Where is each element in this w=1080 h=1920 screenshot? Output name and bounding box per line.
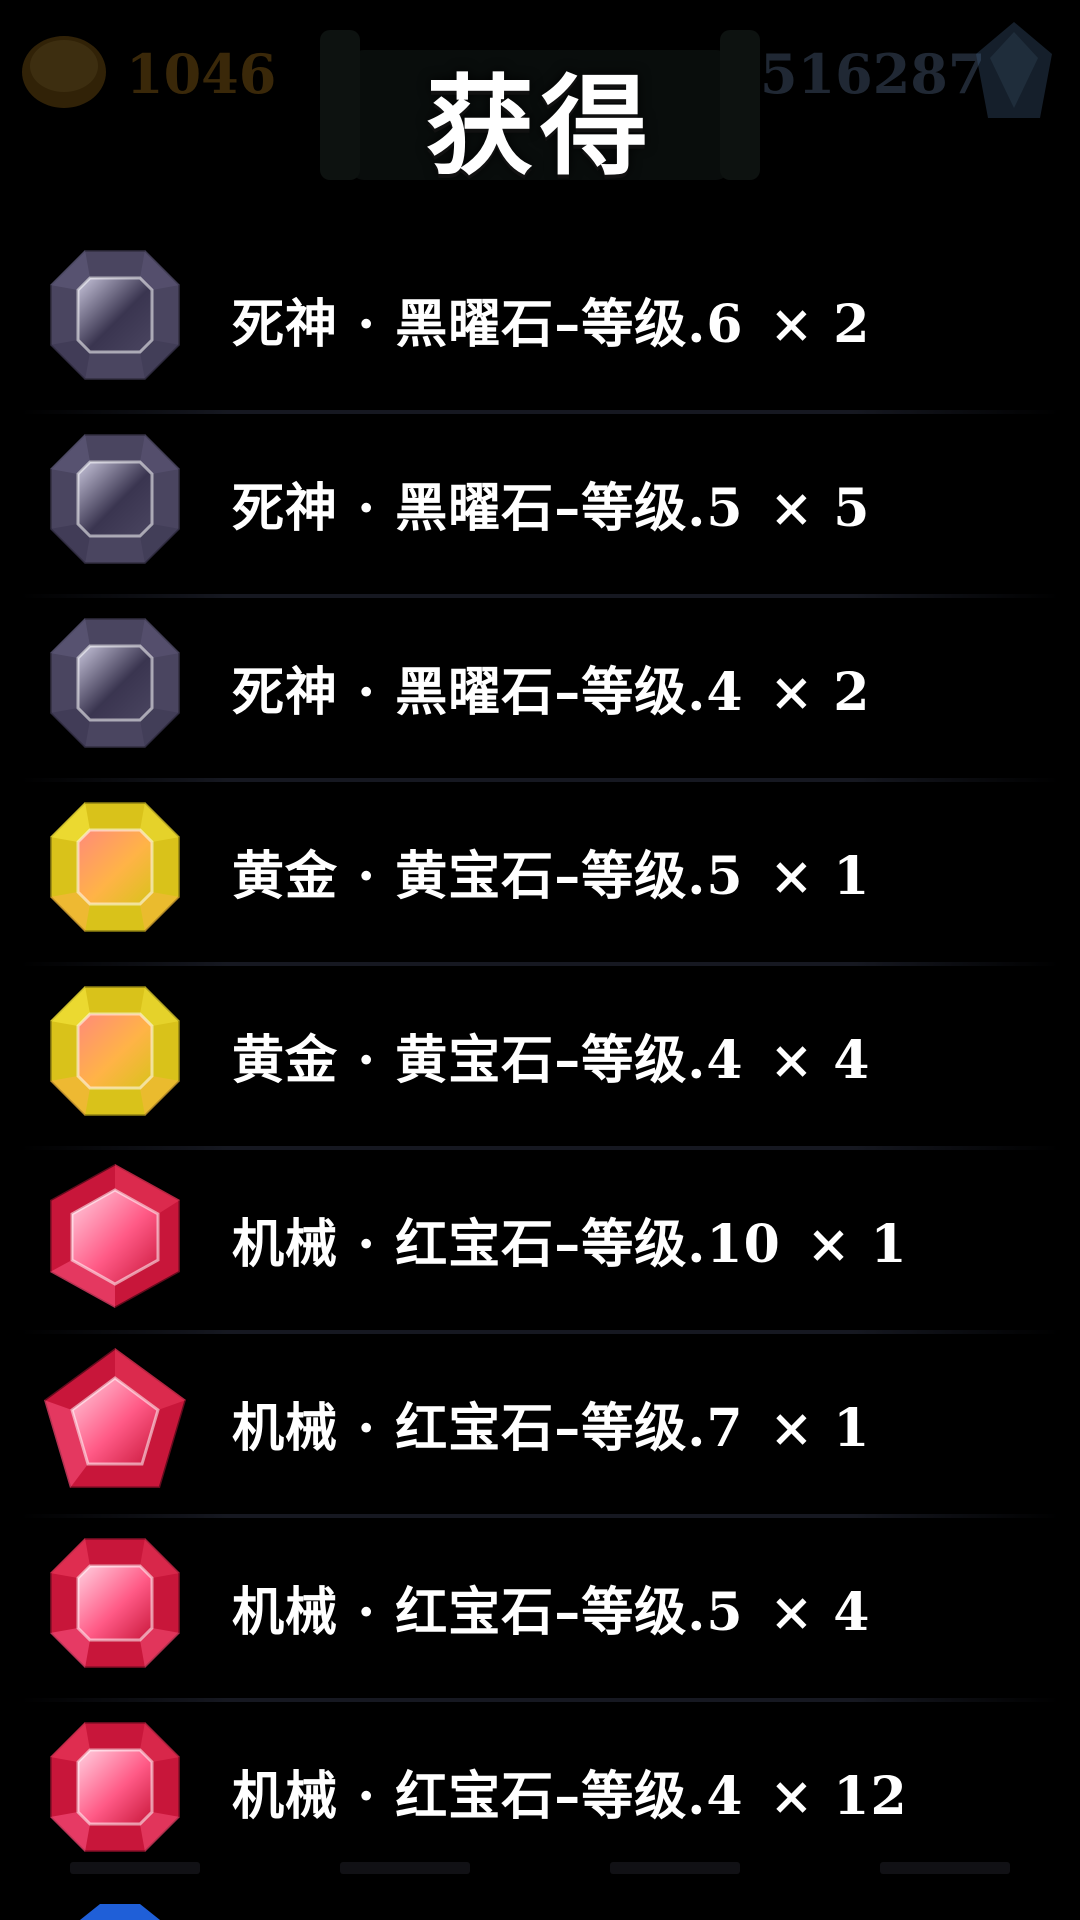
- reward-name: 黄金 · 黄宝石–等级.5: [232, 846, 744, 907]
- reward-quantity: × 12: [769, 1766, 908, 1827]
- reward-label: 机械 · 红宝石–等级.5 × 4: [232, 1570, 870, 1645]
- reward-quantity: × 4: [769, 1582, 871, 1643]
- reward-row: 机械 · 红宝石–等级.10 × 1: [0, 1150, 1080, 1334]
- reward-quantity: × 5: [769, 478, 871, 539]
- reward-label: 死神 · 黑曜石–等级.5 × 5: [232, 466, 870, 541]
- reward-name: 机械 · 红宝石–等级.5: [232, 1582, 744, 1643]
- reward-list: 死神 · 黑曜石–等级.6 × 2 死神 · 黑曜石–等级.5 × 5 死神 ·…: [0, 230, 1080, 1886]
- reward-quantity: × 2: [769, 662, 871, 723]
- reward-row: 机械 · 红宝石–等级.5 × 4: [0, 1518, 1080, 1702]
- reward-quantity: × 2: [769, 294, 871, 355]
- reward-screen: 1046 516287 获得 死神 · 黑曜石–等级.6 × 2 死神 · 黑曜…: [0, 0, 1080, 1920]
- obsidian-gem-icon: [40, 424, 190, 574]
- reward-label: 黄金 · 黄宝石–等级.4 × 4: [232, 1018, 870, 1093]
- reward-row: 黄金 · 黄宝石–等级.5 × 1: [0, 782, 1080, 966]
- reward-name: 机械 · 红宝石–等级.10: [232, 1214, 781, 1275]
- reward-label: 机械 · 红宝石–等级.4 × 12: [232, 1754, 908, 1829]
- ruby-gem-icon: [40, 1344, 190, 1494]
- reward-name: 死神 · 黑曜石–等级.6: [232, 294, 744, 355]
- tab-placeholder: [70, 1862, 200, 1874]
- reward-name: 死神 · 黑曜石–等级.4: [232, 662, 744, 723]
- background-tab-bar: [0, 1862, 1080, 1882]
- reward-row: 死神 · 黑曜石–等级.6 × 2: [0, 230, 1080, 414]
- reward-name: 机械 · 红宝石–等级.7: [232, 1398, 744, 1459]
- reward-row: 黄金 · 黄宝石–等级.4 × 4: [0, 966, 1080, 1150]
- reward-label: 机械 · 红宝石–等级.10 × 1: [232, 1202, 908, 1277]
- reward-quantity: × 4: [769, 1030, 871, 1091]
- reward-label: 机械 · 红宝石–等级.7 × 1: [232, 1386, 870, 1461]
- tab-placeholder: [610, 1862, 740, 1874]
- reward-row: 机械 · 红宝石–等级.7 × 1: [0, 1334, 1080, 1518]
- reward-name: 黄金 · 黄宝石–等级.4: [232, 1030, 744, 1091]
- reward-quantity: × 1: [769, 1398, 871, 1459]
- ruby-gem-icon: [40, 1160, 190, 1310]
- reward-label: 黄金 · 黄宝石–等级.5 × 1: [232, 834, 870, 909]
- reward-row: 机械 · 红宝石–等级.4 × 12: [0, 1702, 1080, 1886]
- reward-label: 死神 · 黑曜石–等级.6 × 2: [232, 282, 870, 357]
- ruby-gem-icon: [40, 1528, 190, 1678]
- ruby-gem-icon: [40, 1712, 190, 1862]
- sapphire-icon: [80, 1904, 160, 1920]
- reward-name: 机械 · 红宝石–等级.4: [232, 1766, 744, 1827]
- reward-name: 死神 · 黑曜石–等级.5: [232, 478, 744, 539]
- reward-quantity: × 1: [806, 1214, 908, 1275]
- topaz-gem-icon: [40, 792, 190, 942]
- reward-label: 死神 · 黑曜石–等级.4 × 2: [232, 650, 870, 725]
- reward-row: 死神 · 黑曜石–等级.5 × 5: [0, 414, 1080, 598]
- tab-placeholder: [880, 1862, 1010, 1874]
- tab-placeholder: [340, 1862, 470, 1874]
- reward-row: 死神 · 黑曜石–等级.4 × 2: [0, 598, 1080, 782]
- obsidian-gem-icon: [40, 608, 190, 758]
- reward-quantity: × 1: [769, 846, 871, 907]
- topaz-gem-icon: [40, 976, 190, 1126]
- page-title: 获得: [425, 65, 654, 190]
- obsidian-gem-icon: [40, 240, 190, 390]
